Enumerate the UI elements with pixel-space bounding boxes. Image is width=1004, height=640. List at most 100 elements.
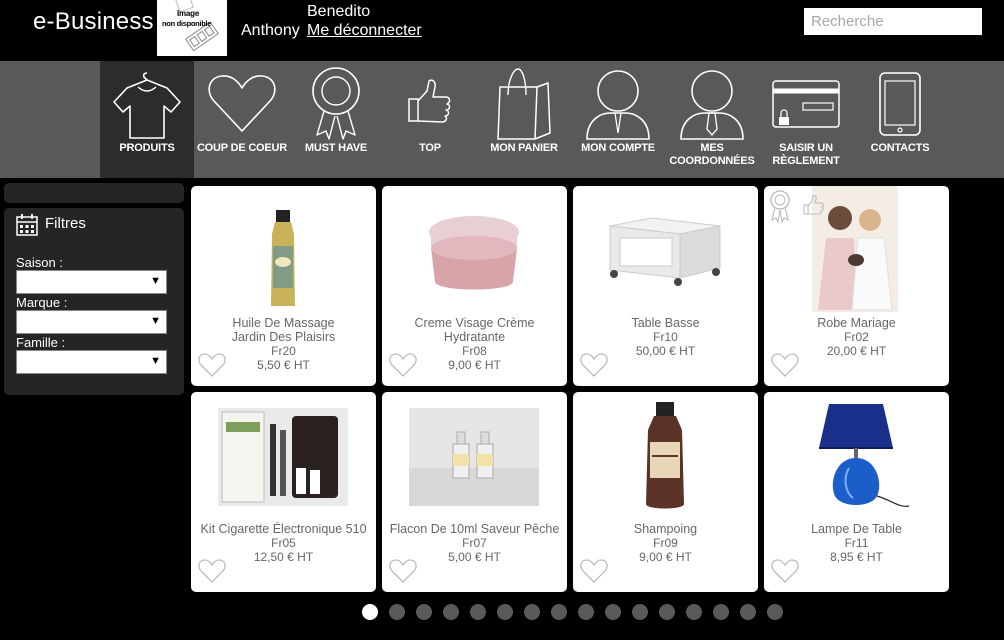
product-ref: Fr11 [844, 536, 869, 550]
dropdown-arrow-icon: ▼ [150, 275, 161, 287]
brand-title: e-Business [33, 8, 154, 35]
product-image-coffee-table [600, 190, 730, 312]
logo-text-line1: Image [177, 9, 200, 18]
nav-item-produits[interactable]: PRODUITS [100, 61, 194, 178]
credit-card-lock-icon [772, 80, 840, 128]
favorite-heart-icon[interactable] [770, 352, 800, 378]
product-ref: Fr02 [844, 330, 869, 344]
nav-label: COUP DE COEUR [196, 142, 288, 154]
pagination-dot[interactable] [767, 604, 783, 620]
product-name: Robe Mariage [817, 316, 896, 330]
product-image-massage-oil [218, 190, 348, 312]
product-image-table-lamp [791, 396, 921, 518]
logo-text-line2: non disponible [162, 19, 212, 28]
saison-select[interactable]: ▼ [16, 270, 167, 294]
nav-label: MUST HAVE [304, 142, 368, 154]
user-last-name: Anthony [241, 22, 300, 39]
pagination-dot[interactable] [605, 604, 621, 620]
pagination-dot[interactable] [578, 604, 594, 620]
nav-item-coup-de-coeur[interactable]: COUP DE COEUR [195, 61, 289, 178]
product-card[interactable]: Shampoing Fr09 9,00 € HT [573, 392, 758, 592]
product-image-flacon [409, 408, 539, 506]
nav-item-must-have[interactable]: MUST HAVE [289, 61, 383, 178]
product-name: Flacon De 10ml Saveur Pêche [389, 522, 560, 536]
product-card[interactable]: Creme Visage Crème Hydratante Fr08 9,00 … [382, 186, 567, 386]
product-ref: Fr07 [462, 536, 487, 550]
nav-label: TOP [419, 142, 441, 154]
pagination-dot[interactable] [443, 604, 459, 620]
heart-icon [208, 75, 276, 132]
product-name: Kit Cigarette Électronique 510 [200, 522, 367, 536]
product-image-ecig-kit [218, 408, 348, 506]
product-ref: Fr05 [271, 536, 296, 550]
thumbs-up-icon [408, 79, 451, 123]
product-ref: Fr09 [653, 536, 678, 550]
dropdown-arrow-icon: ▼ [150, 355, 161, 367]
user-first-name: Benedito [307, 3, 371, 20]
product-card[interactable]: Lampe De Table Fr11 8,95 € HT [764, 392, 949, 592]
pagination-dot[interactable] [524, 604, 540, 620]
product-name: Table Basse [631, 316, 700, 330]
product-card[interactable]: Flacon De 10ml Saveur Pêche Fr07 5,00 € … [382, 392, 567, 592]
favorite-heart-icon[interactable] [197, 558, 227, 584]
nav-item-top[interactable]: TOP [383, 61, 477, 178]
calendar-icon [16, 214, 38, 236]
saison-label: Saison : [16, 255, 63, 270]
pagination-dot[interactable] [632, 604, 648, 620]
shopping-bag-icon [497, 68, 551, 140]
nav-item-mon-compte[interactable]: MON COMPTE [571, 61, 665, 178]
tshirt-icon [113, 72, 181, 139]
product-image-face-cream [409, 190, 539, 312]
pagination-dot[interactable] [713, 604, 729, 620]
nav-item-mes-coordonnees[interactable]: MES COORDONNÉES [665, 61, 759, 178]
favorite-heart-icon[interactable] [579, 352, 609, 378]
nav-item-contacts[interactable]: CONTACTS [853, 61, 947, 178]
pagination-dot[interactable] [497, 604, 513, 620]
user-icon [586, 70, 650, 140]
product-name: Creme Visage Crème Hydratante [414, 316, 535, 344]
pagination-dot[interactable] [686, 604, 702, 620]
favorite-heart-icon[interactable] [388, 352, 418, 378]
search-input[interactable] [804, 8, 982, 35]
favorite-heart-icon[interactable] [197, 352, 227, 378]
product-card[interactable]: Table Basse Fr10 50,00 € HT [573, 186, 758, 386]
favorite-heart-icon[interactable] [579, 558, 609, 584]
product-card[interactable]: Robe Mariage Fr02 20,00 € HT [764, 186, 949, 386]
product-name: Huile De Massage Jardin Des Plaisirs [231, 316, 336, 344]
favorite-heart-icon[interactable] [388, 558, 418, 584]
nav-label: MON COMPTE [581, 142, 655, 154]
user-avatar: Image non disponible [157, 0, 227, 56]
product-badges [770, 190, 824, 224]
pagination-dot[interactable] [551, 604, 567, 620]
main-navbar: PRODUITS COUP DE COEUR MUST HAVE TOP MON… [0, 61, 1004, 178]
favorite-heart-icon[interactable] [770, 558, 800, 584]
must-have-badge-icon [770, 190, 790, 224]
product-name: Lampe De Table [811, 522, 902, 536]
pagination-dot[interactable] [470, 604, 486, 620]
sidebar-top-bar [4, 183, 184, 203]
famille-select[interactable]: ▼ [16, 350, 167, 374]
filter-title: Filtres [45, 215, 86, 232]
product-ref: Fr10 [653, 330, 678, 344]
pagination-dot[interactable] [740, 604, 756, 620]
famille-label: Famille : [16, 335, 66, 350]
pagination-dot[interactable] [362, 604, 378, 620]
pagination-dot[interactable] [659, 604, 675, 620]
pagination-dot[interactable] [389, 604, 405, 620]
nav-label: MON PANIER [490, 142, 558, 154]
nav-item-mon-panier[interactable]: MON PANIER [477, 61, 571, 178]
marque-select[interactable]: ▼ [16, 310, 167, 334]
product-name: Shampoing [633, 522, 698, 536]
pagination-dot[interactable] [416, 604, 432, 620]
product-image-shampoo [600, 396, 730, 518]
nav-item-saisir-reglement[interactable]: SAISIR UN RÈGLEMENT [759, 61, 853, 178]
nav-label: SAISIR UN RÈGLEMENT [772, 142, 840, 167]
filter-panel: Filtres Saison : ▼ Marque : ▼ Famille : … [4, 208, 184, 395]
product-card[interactable]: Huile De Massage Jardin Des Plaisirs Fr2… [191, 186, 376, 386]
product-card[interactable]: Kit Cigarette Électronique 510 Fr05 12,5… [191, 392, 376, 592]
marque-label: Marque : [16, 295, 68, 310]
nav-label: PRODUITS [119, 142, 175, 154]
logout-link[interactable]: Me déconnecter [307, 22, 422, 40]
dropdown-arrow-icon: ▼ [150, 315, 161, 327]
nav-label: CONTACTS [870, 142, 930, 154]
